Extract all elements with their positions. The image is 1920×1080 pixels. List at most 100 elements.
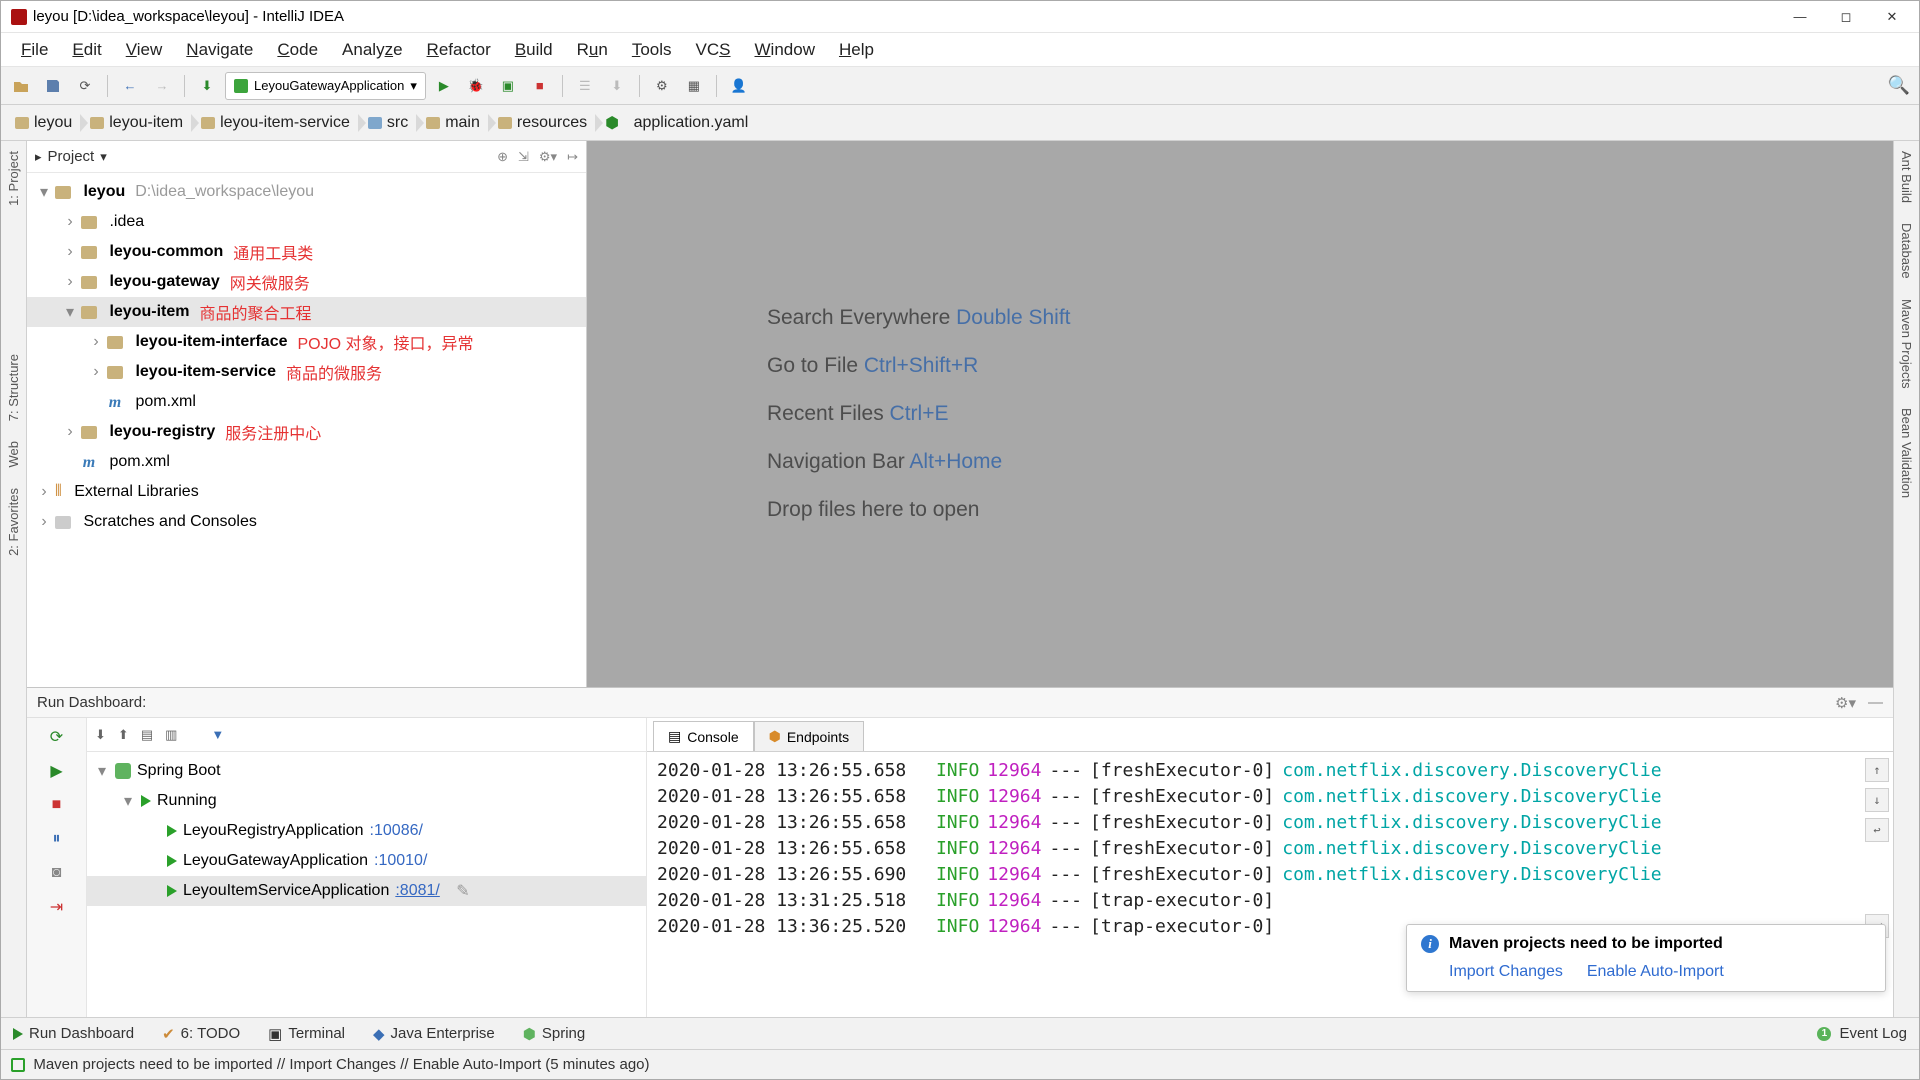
group-icon[interactable]: ▤ [141,727,153,743]
rd-app-itemservice[interactable]: LeyouItemServiceApplication :8081/ ✎ [87,876,646,906]
stop-icon[interactable]: ■ [46,794,68,816]
menu-run[interactable]: Run [565,36,620,64]
tree-gateway[interactable]: › leyou-gateway网关微服务 [27,267,586,297]
hide-icon[interactable]: — [1868,694,1883,712]
tree-pom2[interactable]: m pom.xml [27,447,586,477]
rd-app-registry[interactable]: LeyouRegistryApplication :10086/ [87,816,646,846]
run-icon[interactable]: ▶ [430,72,458,100]
details-icon[interactable]: ▥ [165,727,177,743]
soft-wrap-icon[interactable]: ↩ [1865,818,1889,842]
menu-window[interactable]: Window [743,36,827,64]
tab-spring[interactable]: ⬢Spring [523,1025,585,1043]
sidetab-bean[interactable]: Bean Validation [1897,402,1916,504]
forward-icon[interactable]: → [148,72,176,100]
project-select-icon[interactable]: ▸ [35,149,42,165]
rd-spring-boot[interactable]: ▾Spring Boot [87,756,646,786]
pause-icon[interactable]: ⏸ [46,828,68,850]
search-icon[interactable]: 🔍 [1885,72,1913,100]
rd-app-gateway[interactable]: LeyouGatewayApplication :10010/ [87,846,646,876]
exit-icon[interactable]: ⇥ [46,896,68,918]
save-icon[interactable] [39,72,67,100]
tree-pom1[interactable]: m pom.xml [27,387,586,417]
menu-navigate[interactable]: Navigate [174,36,265,64]
camera-icon[interactable]: ◙ [46,862,68,884]
sidetab-database[interactable]: Database [1897,217,1916,285]
maximize-button[interactable]: ◻ [1823,1,1869,33]
tree-item-interface[interactable]: › leyou-item-interfacePOJO 对象，接口，异常 [27,327,586,357]
menu-view[interactable]: View [114,36,175,64]
menu-build[interactable]: Build [503,36,565,64]
tab-run-dashboard[interactable]: Run Dashboard [13,1025,134,1042]
crumb-leyou-item[interactable]: leyou-item [82,109,193,137]
tab-terminal[interactable]: ▣Terminal [268,1025,345,1043]
sidetab-maven[interactable]: Maven Projects [1897,293,1916,395]
run-config-dropdown[interactable]: LeyouGatewayApplication ▾ [225,72,426,100]
collapse-icon[interactable]: ⇲ [518,149,529,165]
hide-icon[interactable]: ↦ [567,149,578,165]
scroll-up-icon[interactable]: ↑ [1865,758,1889,782]
menu-vcs[interactable]: VCS [684,36,743,64]
attach-icon[interactable]: ⬇ [603,72,631,100]
tree-registry[interactable]: › leyou-registry服务注册中心 [27,417,586,447]
crumb-leyou[interactable]: leyou [7,109,82,137]
pencil-icon[interactable]: ✎ [456,881,469,901]
notification-title: Maven projects need to be imported [1449,935,1723,953]
sidetab-project[interactable]: 1: Project [4,145,23,212]
tab-event-log[interactable]: Event Log [1839,1025,1907,1042]
settings-icon[interactable]: ⚙ [648,72,676,100]
coverage-icon[interactable]: ▣ [494,72,522,100]
chevron-down-icon[interactable]: ▾ [100,149,107,165]
expand-icon[interactable]: ⬇ [95,727,106,743]
build-icon[interactable]: ⬇ [193,72,221,100]
tree-scratch[interactable]: › Scratches and Consoles [27,507,586,537]
tab-todo[interactable]: ✔6: TODO [162,1025,240,1043]
tree-item-service[interactable]: › leyou-item-service商品的微服务 [27,357,586,387]
target-icon[interactable]: ⊕ [497,149,508,165]
sidetab-structure[interactable]: 7: Structure [4,348,23,427]
rd-running[interactable]: ▾Running [87,786,646,816]
debug-icon[interactable]: 🐞 [462,72,490,100]
sidetab-web[interactable]: Web [4,435,23,474]
tab-console[interactable]: ▤Console [653,721,754,751]
structure-icon[interactable]: ▦ [680,72,708,100]
tree-item[interactable]: ▾ leyou-item商品的聚合工程 [27,297,586,327]
menu-refactor[interactable]: Refactor [415,36,503,64]
link-import-changes[interactable]: Import Changes [1449,963,1563,981]
project-tree[interactable]: ▾ leyouD:\idea_workspace\leyou › .idea ›… [27,173,586,687]
menu-help[interactable]: Help [827,36,886,64]
tree-common[interactable]: › leyou-common通用工具类 [27,237,586,267]
avatar-icon[interactable]: 👤 [725,72,753,100]
tree-extlib[interactable]: ›⫴ External Libraries [27,477,586,507]
stop-icon[interactable]: ■ [526,72,554,100]
tree-root[interactable]: ▾ leyouD:\idea_workspace\leyou [27,177,586,207]
collapse-icon[interactable]: ⬆ [118,727,129,743]
menu-edit[interactable]: Edit [60,36,113,64]
menu-code[interactable]: Code [265,36,330,64]
crumb-application-yaml[interactable]: ⬢ application.yaml [597,109,758,137]
sidetab-ant[interactable]: Ant Build [1897,145,1916,209]
scroll-down-icon[interactable]: ↓ [1865,788,1889,812]
close-button[interactable]: ✕ [1869,1,1915,33]
filter-icon[interactable]: ▼ [211,727,224,742]
rerun-icon[interactable]: ⟳ [46,726,68,748]
menu-analyze[interactable]: Analyze [330,36,415,64]
open-icon[interactable] [7,72,35,100]
sync-icon[interactable]: ⟳ [71,72,99,100]
sidetab-favorites[interactable]: 2: Favorites [4,482,23,562]
profiler-icon[interactable]: ☰ [571,72,599,100]
crumb-src[interactable]: src [360,109,418,137]
tab-endpoints[interactable]: ⬢Endpoints [754,721,865,751]
gear-icon[interactable]: ⚙▾ [539,149,557,165]
menu-tools[interactable]: Tools [620,36,684,64]
gear-icon[interactable]: ⚙▾ [1835,694,1856,712]
crumb-main[interactable]: main [418,109,490,137]
tree-idea[interactable]: › .idea [27,207,586,237]
run-icon[interactable]: ▶ [46,760,68,782]
minimize-button[interactable]: — [1777,1,1823,33]
link-enable-auto-import[interactable]: Enable Auto-Import [1587,963,1724,981]
crumb-leyou-item-service[interactable]: leyou-item-service [193,109,360,137]
tab-java-enterprise[interactable]: ◆Java Enterprise [373,1025,495,1043]
menu-file[interactable]: File [9,36,60,64]
back-icon[interactable]: ← [116,72,144,100]
crumb-resources[interactable]: resources [490,109,597,137]
